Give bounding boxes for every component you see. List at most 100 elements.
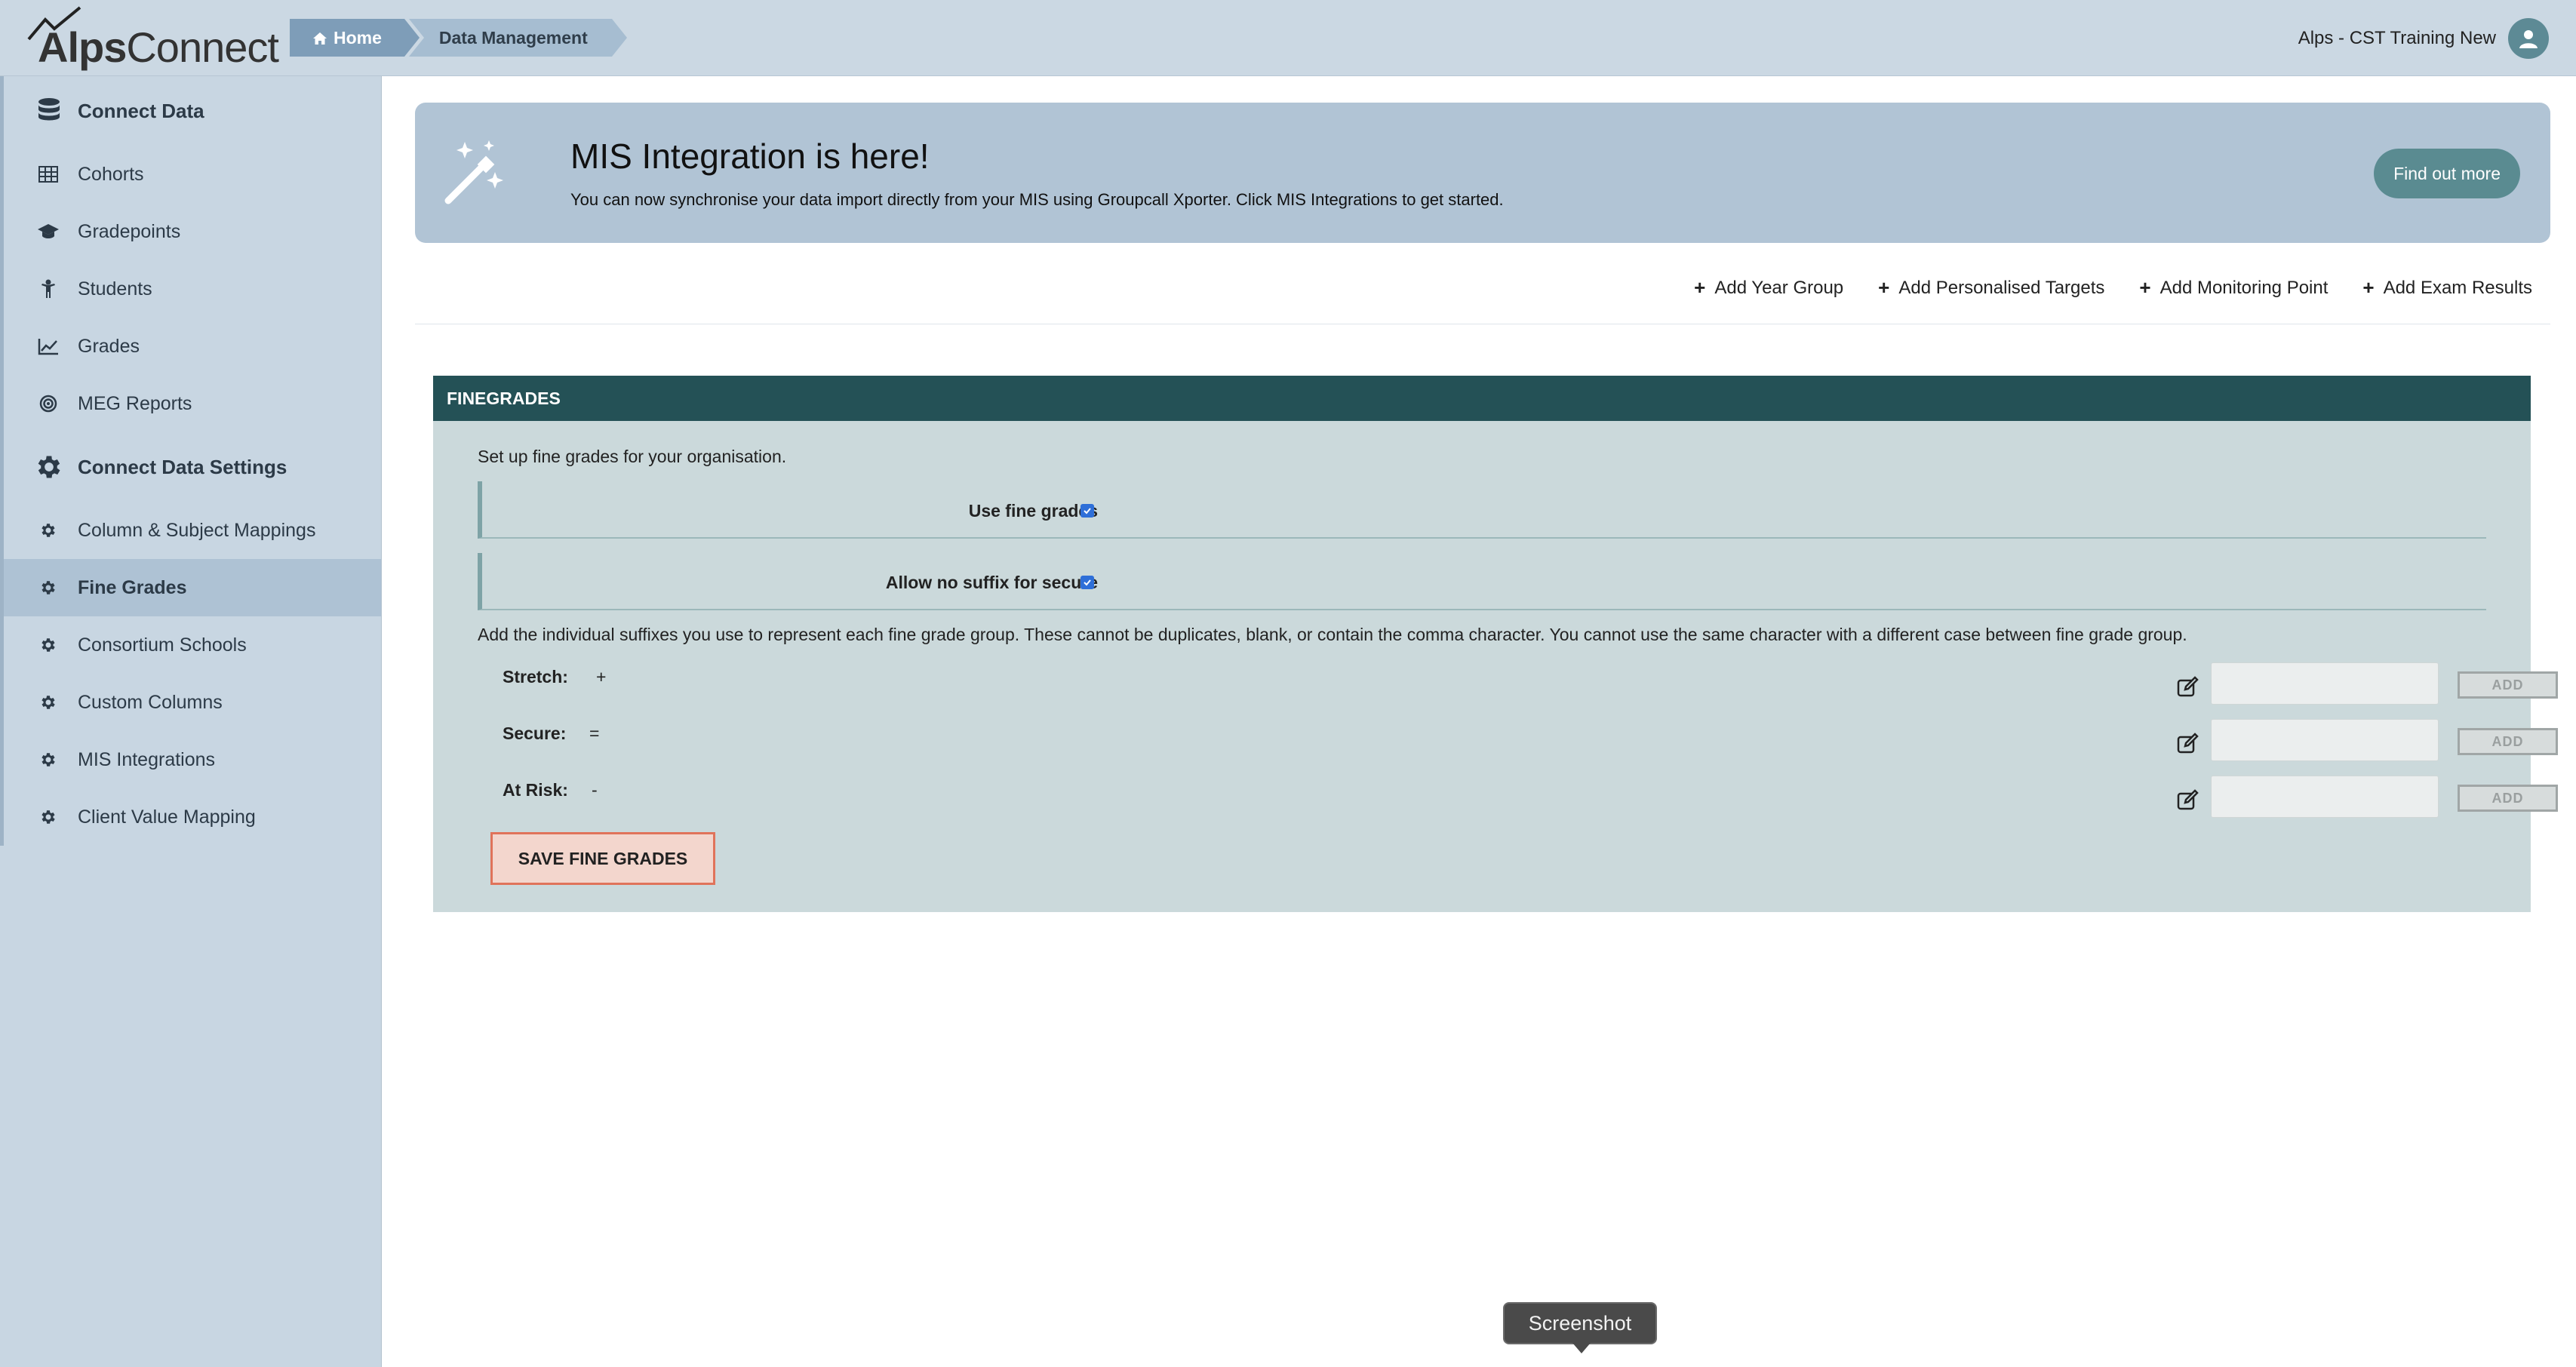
plus-icon: + [2362,276,2375,299]
add-secure-suffix-button[interactable]: ADD [2458,728,2558,755]
sidebar-item-students[interactable]: Students [0,260,381,318]
sidebar-item-cohorts[interactable]: Cohorts [0,146,381,203]
avatar[interactable] [2508,18,2549,59]
sidebar-item-mis-integrations[interactable]: MIS Integrations [0,731,381,788]
breadcrumb: Home Data Management [290,19,627,57]
user-menu[interactable]: Alps - CST Training New [2298,18,2549,59]
gear-icon [35,518,61,543]
sidebar-item-custom-columns[interactable]: Custom Columns [0,674,381,731]
gear-icon [35,632,61,658]
sidebar-item-client-value-mapping[interactable]: Client Value Mapping [0,788,381,846]
add-monitoring-point-link[interactable]: + Add Monitoring Point [2139,276,2328,300]
gear-icon [32,450,66,484]
add-exam-results-link[interactable]: + Add Exam Results [2362,276,2532,300]
sidebar-item-consortium-schools[interactable]: Consortium Schools [0,616,381,674]
screenshot-tooltip: Screenshot [1503,1302,1657,1353]
sidebar-item-fine-grades[interactable]: Fine Grades [0,559,381,616]
sidebar-item-label: Connect Data Settings [78,455,287,478]
breadcrumb-home-label: Home [334,28,382,48]
line-chart-icon [35,333,61,359]
use-fine-grades-label: Use fine grades [968,501,1098,521]
suffix-value: + [596,667,607,687]
sidebar-item-label: Students [78,278,152,300]
top-header: AlpsConnect Home Data Management Alps - … [0,0,2576,76]
mis-integration-banner: MIS Integration is here! You can now syn… [415,103,2550,243]
suffix-row-stretch: Stretch: + ADD [503,662,2558,708]
add-at-risk-suffix-button[interactable]: ADD [2458,785,2558,812]
add-personalised-targets-link[interactable]: + Add Personalised Targets [1878,276,2104,300]
action-links: + Add Year Group + Add Personalised Target… [1694,276,2532,300]
alps-connect-logo[interactable]: AlpsConnect [26,6,279,71]
sidebar-item-label: Connect Data [78,99,204,122]
plus-icon: + [1878,276,1890,299]
suffix-label: Stretch: [503,667,568,687]
stretch-suffix-input[interactable] [2211,662,2439,705]
suffix-instructions: Add the individual suffixes you use to r… [478,625,2187,644]
panel-intro: Set up fine grades for your organisation… [478,447,787,466]
graduation-cap-icon [35,219,61,244]
finegrades-panel: FINEGRADES Set up fine grades for your o… [433,376,2558,912]
check-icon [1084,579,1091,586]
edit-icon[interactable] [2176,676,2199,699]
gear-icon [35,804,61,830]
home-icon [313,32,327,45]
sidebar-item-label: Consortium Schools [78,634,247,656]
sidebar-item-label: Fine Grades [78,576,187,598]
sidebar-item-label: Client Value Mapping [78,806,256,828]
allow-no-suffix-row: Allow no suffix for secure [478,553,2486,610]
action-label: Add Exam Results [2383,277,2532,298]
target-icon [35,391,61,416]
sidebar-item-label: MIS Integrations [78,748,216,770]
sidebar-item-label: Cohorts [78,163,144,185]
table-icon [35,161,61,187]
logo-text: AlpsConnect [38,23,279,72]
at-risk-suffix-input[interactable] [2211,776,2439,818]
gear-icon [35,575,61,601]
edit-icon[interactable] [2176,733,2199,755]
suffix-value: = [589,723,600,743]
suffix-row-secure: Secure: = ADD [503,719,2558,764]
add-stretch-suffix-button[interactable]: ADD [2458,671,2558,699]
banner-text: You can now synchronise your data import… [570,190,1504,209]
action-label: Add Year Group [1714,277,1844,298]
sidebar-item-label: Column & Subject Mappings [78,519,316,541]
edit-icon[interactable] [2176,789,2199,812]
gear-icon [35,747,61,773]
sidebar-item-meg-reports[interactable]: MEG Reports [0,375,381,432]
allow-no-suffix-label: Allow no suffix for secure [885,573,1098,592]
sidebar-item-gradepoints[interactable]: Gradepoints [0,203,381,260]
user-icon [2519,30,2538,48]
plus-icon: + [1694,276,1706,299]
use-fine-grades-checkbox[interactable] [1081,504,1094,518]
use-fine-grades-row: Use fine grades [478,481,2486,539]
suffix-label: At Risk: [503,780,568,800]
magic-wand-icon [444,140,503,204]
sidebar-item-label: Grades [78,335,140,357]
banner-title: MIS Integration is here! [570,137,930,176]
sidebar-item-label: MEG Reports [78,392,192,414]
save-fine-grades-button[interactable]: SAVE FINE GRADES [490,832,715,885]
suffix-value: - [592,780,598,800]
child-icon [35,276,61,302]
breadcrumb-home[interactable]: Home [290,19,420,57]
database-icon [32,94,66,127]
sidebar-item-grades[interactable]: Grades [0,318,381,375]
logo-alps: Alps [38,23,127,71]
breadcrumb-current-label: Data Management [438,28,588,48]
gear-icon [35,690,61,715]
find-out-more-button[interactable]: Find out more [2374,149,2520,198]
sidebar-item-connect-data-settings[interactable]: Connect Data Settings [0,432,381,502]
sidebar-item-column-subject-mappings[interactable]: Column & Subject Mappings [0,502,381,559]
sidebar-item-label: Custom Columns [78,691,223,713]
plus-icon: + [2139,276,2151,299]
breadcrumb-data-management[interactable]: Data Management [408,19,627,57]
user-name: Alps - CST Training New [2298,28,2496,48]
secure-suffix-input[interactable] [2211,719,2439,761]
add-year-group-link[interactable]: + Add Year Group [1694,276,1843,300]
suffix-row-at-risk: At Risk: - ADD [503,776,2558,821]
allow-no-suffix-checkbox[interactable] [1081,576,1094,589]
sidebar-item-label: Gradepoints [78,220,181,242]
action-label: Add Monitoring Point [2159,277,2329,298]
sidebar-item-connect-data[interactable]: Connect Data [0,76,381,146]
check-icon [1084,508,1091,515]
